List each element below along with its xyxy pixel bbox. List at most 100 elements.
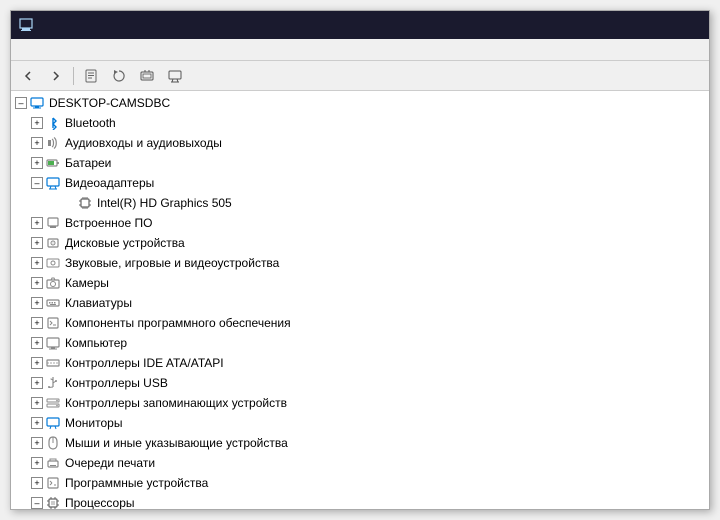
item-icon-sound <box>45 255 61 271</box>
toolbar-update[interactable] <box>106 64 132 88</box>
expand-btn-software[interactable]: + <box>31 317 43 329</box>
item-icon-bluetooth <box>45 115 61 131</box>
item-icon-builtin <box>45 215 61 231</box>
item-icon-camera <box>45 275 61 291</box>
toolbar-display[interactable] <box>162 64 188 88</box>
item-label-software: Компоненты программного обеспечения <box>65 316 291 330</box>
scan-icon <box>140 69 154 83</box>
tree-item-mouse[interactable]: + Мыши и иные указывающие устройства <box>11 433 709 453</box>
item-icon-video <box>45 175 61 191</box>
item-icon-video-intel <box>77 195 93 211</box>
menu-bar <box>11 39 709 61</box>
tree-item-video-intel[interactable]: Intel(R) HD Graphics 505 <box>11 193 709 213</box>
tree-root[interactable]: – DESKTOP-CAMSDBC <box>11 93 709 113</box>
tree-item-progdev[interactable]: + Программные устройства <box>11 473 709 493</box>
expand-btn-computer[interactable]: + <box>31 337 43 349</box>
tree-item-computer[interactable]: + Компьютер <box>11 333 709 353</box>
tree-item-battery[interactable]: + Батареи <box>11 153 709 173</box>
item-icon-cpu <box>45 495 61 509</box>
item-label-mouse: Мыши и иные указывающие устройства <box>65 436 288 450</box>
toolbar <box>11 61 709 91</box>
item-label-keyboard: Клавиатуры <box>65 296 132 310</box>
device-manager-window: – DESKTOP-CAMSDBC + Bluetooth + Аудиовхо… <box>10 10 710 510</box>
tree-item-usb[interactable]: + Контроллеры USB <box>11 373 709 393</box>
content-area: – DESKTOP-CAMSDBC + Bluetooth + Аудиовхо… <box>11 91 709 509</box>
expand-btn-monitors[interactable]: + <box>31 417 43 429</box>
title-bar <box>11 11 709 39</box>
tree-item-audio[interactable]: + Аудиовходы и аудиовыходы <box>11 133 709 153</box>
expand-btn-disk[interactable]: + <box>31 237 43 249</box>
menu-view[interactable] <box>47 48 63 52</box>
menu-file[interactable] <box>15 48 31 52</box>
item-label-monitors: Мониторы <box>65 416 122 430</box>
item-icon-monitors <box>45 415 61 431</box>
item-icon-battery <box>45 155 61 171</box>
computer-icon <box>30 96 44 110</box>
collapse-btn-cpu[interactable]: – <box>31 497 43 509</box>
tree-item-ide[interactable]: + Контроллеры IDE ATA/ATAPI <box>11 353 709 373</box>
root-label: DESKTOP-CAMSDBC <box>49 96 170 110</box>
item-label-usb: Контроллеры USB <box>65 376 168 390</box>
tree-item-sound[interactable]: + Звуковые, игровые и видеоустройства <box>11 253 709 273</box>
expand-btn-usb[interactable]: + <box>31 377 43 389</box>
item-icon-software <box>45 315 61 331</box>
item-label-video-intel: Intel(R) HD Graphics 505 <box>97 196 232 210</box>
tree-item-camera[interactable]: + Камеры <box>11 273 709 293</box>
expand-btn-print[interactable]: + <box>31 457 43 469</box>
item-label-battery: Батареи <box>65 156 111 170</box>
toolbar-properties[interactable] <box>78 64 104 88</box>
menu-help[interactable] <box>63 48 79 52</box>
expand-btn-camera[interactable]: + <box>31 277 43 289</box>
back-icon <box>21 69 35 83</box>
item-icon-progdev <box>45 475 61 491</box>
item-label-print: Очереди печати <box>65 456 155 470</box>
maximize-button[interactable] <box>651 15 675 35</box>
expand-root-btn[interactable]: – <box>15 97 27 109</box>
tree-item-print[interactable]: + Очереди печати <box>11 453 709 473</box>
expand-btn-builtin[interactable]: + <box>31 217 43 229</box>
tree-item-software[interactable]: + Компоненты программного обеспечения <box>11 313 709 333</box>
update-icon <box>112 69 126 83</box>
toolbar-separator-1 <box>73 67 74 85</box>
expand-btn-sound[interactable]: + <box>31 257 43 269</box>
item-icon-mouse <box>45 435 61 451</box>
tree-item-storage[interactable]: + Контроллеры запоминающих устройств <box>11 393 709 413</box>
tree-item-monitors[interactable]: + Мониторы <box>11 413 709 433</box>
item-label-camera: Камеры <box>65 276 109 290</box>
tree-item-bluetooth[interactable]: + Bluetooth <box>11 113 709 133</box>
item-label-audio: Аудиовходы и аудиовыходы <box>65 136 222 150</box>
tree-item-video[interactable]: – Видеоадаптеры <box>11 173 709 193</box>
expand-btn-storage[interactable]: + <box>31 397 43 409</box>
device-tree[interactable]: – DESKTOP-CAMSDBC + Bluetooth + Аудиовхо… <box>11 91 709 509</box>
tree-item-disk[interactable]: + Дисковые устройства <box>11 233 709 253</box>
collapse-btn-video[interactable]: – <box>31 177 43 189</box>
title-controls <box>625 15 701 35</box>
title-bar-left <box>19 18 39 32</box>
expand-btn-mouse[interactable]: + <box>31 437 43 449</box>
tree-item-keyboard[interactable]: + Клавиатуры <box>11 293 709 313</box>
toolbar-forward[interactable] <box>43 64 69 88</box>
item-icon-usb <box>45 375 61 391</box>
expand-btn-battery[interactable]: + <box>31 157 43 169</box>
expand-btn-ide[interactable]: + <box>31 357 43 369</box>
item-label-builtin: Встроенное ПО <box>65 216 152 230</box>
close-button[interactable] <box>677 15 701 35</box>
display-icon <box>168 69 182 83</box>
expand-btn-progdev[interactable]: + <box>31 477 43 489</box>
properties-icon <box>84 69 98 83</box>
toolbar-back[interactable] <box>15 64 41 88</box>
root-icon <box>29 95 45 111</box>
toolbar-scan[interactable] <box>134 64 160 88</box>
item-icon-computer <box>45 335 61 351</box>
item-label-storage: Контроллеры запоминающих устройств <box>65 396 287 410</box>
forward-icon <box>49 69 63 83</box>
expand-btn-keyboard[interactable]: + <box>31 297 43 309</box>
expand-btn-bluetooth[interactable]: + <box>31 117 43 129</box>
item-icon-ide <box>45 355 61 371</box>
tree-item-builtin[interactable]: + Встроенное ПО <box>11 213 709 233</box>
tree-item-cpu[interactable]: – Процессоры <box>11 493 709 509</box>
item-label-video: Видеоадаптеры <box>65 176 154 190</box>
expand-btn-audio[interactable]: + <box>31 137 43 149</box>
menu-action[interactable] <box>31 48 47 52</box>
minimize-button[interactable] <box>625 15 649 35</box>
